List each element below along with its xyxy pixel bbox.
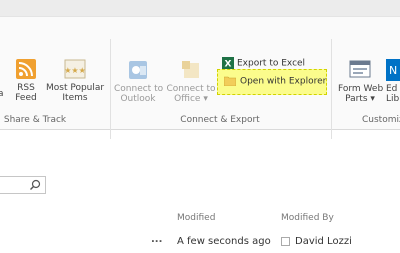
most-popular-items-button[interactable]: ★★★ Most Popular Items — [46, 59, 104, 103]
rss-feed-button[interactable]: RSS Feed — [12, 59, 40, 103]
top-bar — [0, 0, 400, 16]
modified-cell: A few seconds ago — [177, 236, 271, 247]
search-icon[interactable] — [29, 179, 41, 191]
export-to-excel-button[interactable]: X Export to Excel — [222, 57, 305, 70]
group-label-customize: Customiz — [362, 115, 400, 125]
rss-icon — [16, 59, 36, 79]
column-header-modified-by[interactable]: Modified By — [281, 213, 334, 223]
excel-icon: X — [222, 57, 234, 70]
column-header-modified[interactable]: Modified — [177, 213, 215, 223]
edit-library-icon: N — [386, 59, 400, 81]
svg-text:★★★: ★★★ — [64, 66, 86, 75]
svg-text:X: X — [225, 60, 232, 70]
ribbon-separator — [331, 39, 332, 139]
search-input[interactable] — [0, 176, 46, 194]
group-label-connect-export: Connect & Export — [180, 115, 260, 125]
user-link[interactable]: David Lozzi — [295, 236, 352, 247]
partial-button-label[interactable]: a — [0, 89, 4, 99]
outlook-icon — [129, 61, 147, 79]
form-web-parts-dropdown-icon: ▾ — [370, 94, 375, 104]
form-web-parts-icon — [349, 60, 371, 78]
open-with-explorer-button[interactable]: Open with Explorer — [217, 69, 327, 95]
folder-icon — [223, 76, 237, 87]
item-menu-button[interactable]: ... — [151, 234, 162, 245]
presence-icon — [281, 236, 290, 246]
office-icon — [182, 61, 199, 78]
ribbon: a RSS Feed ★★★ Most Popular Items Connec… — [0, 16, 400, 139]
modified-by-cell: David Lozzi — [281, 236, 352, 247]
connect-to-outlook-button[interactable]: Connect to Outlook — [114, 59, 163, 104]
office-dropdown-icon: ▾ — [203, 94, 208, 104]
form-web-parts-button[interactable]: Form Web Parts ▾ — [338, 59, 383, 104]
svg-text:N: N — [389, 64, 397, 77]
group-label-share-track: Share & Track — [3, 115, 67, 125]
popular-items-icon: ★★★ — [64, 59, 86, 79]
edit-library-button[interactable]: N Ed Lib — [386, 59, 400, 104]
connect-to-office-button[interactable]: Connect to Office ▾ — [166, 59, 216, 104]
